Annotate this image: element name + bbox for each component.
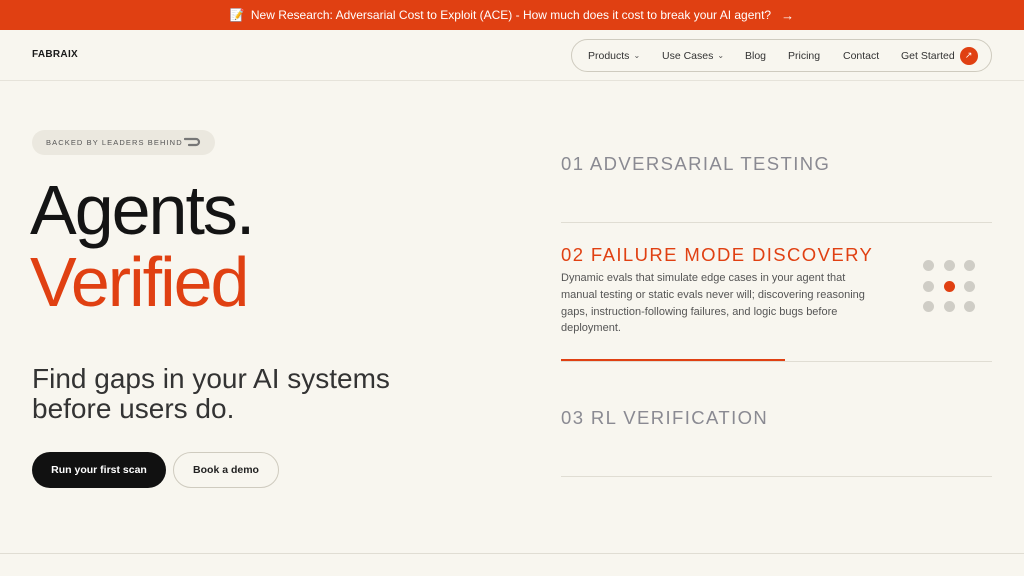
dot bbox=[943, 301, 955, 312]
chevron-down-icon: ⌄ bbox=[717, 51, 725, 60]
arrow-right-icon: → bbox=[781, 7, 795, 23]
banner-text: New Research: Adversarial Cost to Exploi… bbox=[250, 8, 772, 22]
nav-label: Pricing bbox=[788, 49, 821, 62]
dot bbox=[923, 260, 934, 271]
nav-menu: Products ⌄ Use Cases ⌄ Blog Pricing Cont… bbox=[571, 39, 992, 72]
arrow-up-right-icon: ↗ bbox=[959, 46, 978, 65]
divider bbox=[561, 476, 992, 477]
dot bbox=[964, 280, 975, 292]
feature-tab-failure-mode-discovery[interactable]: 02 FAILURE MODE DISCOVERY bbox=[561, 244, 873, 266]
divider bbox=[561, 361, 992, 362]
run-first-scan-button[interactable]: Run your first scan bbox=[32, 452, 166, 488]
dot-active bbox=[943, 280, 955, 292]
feature-tab-adversarial-testing[interactable]: 01 ADVERSARIAL TESTING bbox=[561, 153, 830, 175]
nav-label: Blog bbox=[745, 49, 767, 62]
nav-item-blog[interactable]: Blog bbox=[745, 40, 766, 71]
nav-label: Products bbox=[588, 49, 630, 62]
chevron-down-icon: ⌄ bbox=[633, 51, 641, 60]
top-navigation: FABRAIX Products ⌄ Use Cases ⌄ Blog Pric… bbox=[0, 30, 1024, 81]
nav-item-pricing[interactable]: Pricing bbox=[788, 40, 820, 71]
book-demo-button[interactable]: Book a demo bbox=[173, 452, 279, 488]
backed-label: BACKED BY LEADERS BEHIND bbox=[46, 138, 183, 147]
divider bbox=[561, 222, 992, 223]
announcement-banner[interactable]: 📝 New Research: Adversarial Cost to Expl… bbox=[0, 0, 1024, 30]
section-divider bbox=[0, 553, 1024, 554]
brand-logo[interactable]: FABRAIX bbox=[32, 49, 78, 60]
dot bbox=[964, 301, 975, 312]
dot bbox=[923, 301, 934, 312]
get-started-button[interactable]: Get Started ↗ bbox=[901, 40, 978, 71]
backed-by-badge: BACKED BY LEADERS BEHIND bbox=[32, 130, 215, 155]
nav-label: Contact bbox=[843, 49, 880, 62]
nav-label: Get Started bbox=[901, 49, 955, 62]
dot bbox=[923, 280, 934, 292]
feature-description: Dynamic evals that simulate edge cases i… bbox=[561, 272, 865, 335]
dot bbox=[964, 260, 975, 271]
nav-item-use-cases[interactable]: Use Cases ⌄ bbox=[662, 40, 724, 71]
feature-progress-bar bbox=[561, 359, 785, 361]
hero-headline-line2: Verified bbox=[30, 243, 249, 321]
hero-subheadline: Find gaps in your AI systems before user… bbox=[32, 363, 390, 424]
memo-icon: 📝 bbox=[229, 8, 245, 22]
nav-item-contact[interactable]: Contact bbox=[843, 40, 879, 71]
nav-item-products[interactable]: Products ⌄ bbox=[588, 40, 640, 71]
investor-logo-icon bbox=[184, 137, 201, 147]
feature-tab-rl-verification[interactable]: 03 RL VERIFICATION bbox=[561, 407, 768, 429]
nav-label: Use Cases bbox=[662, 49, 714, 62]
dot bbox=[943, 260, 955, 271]
